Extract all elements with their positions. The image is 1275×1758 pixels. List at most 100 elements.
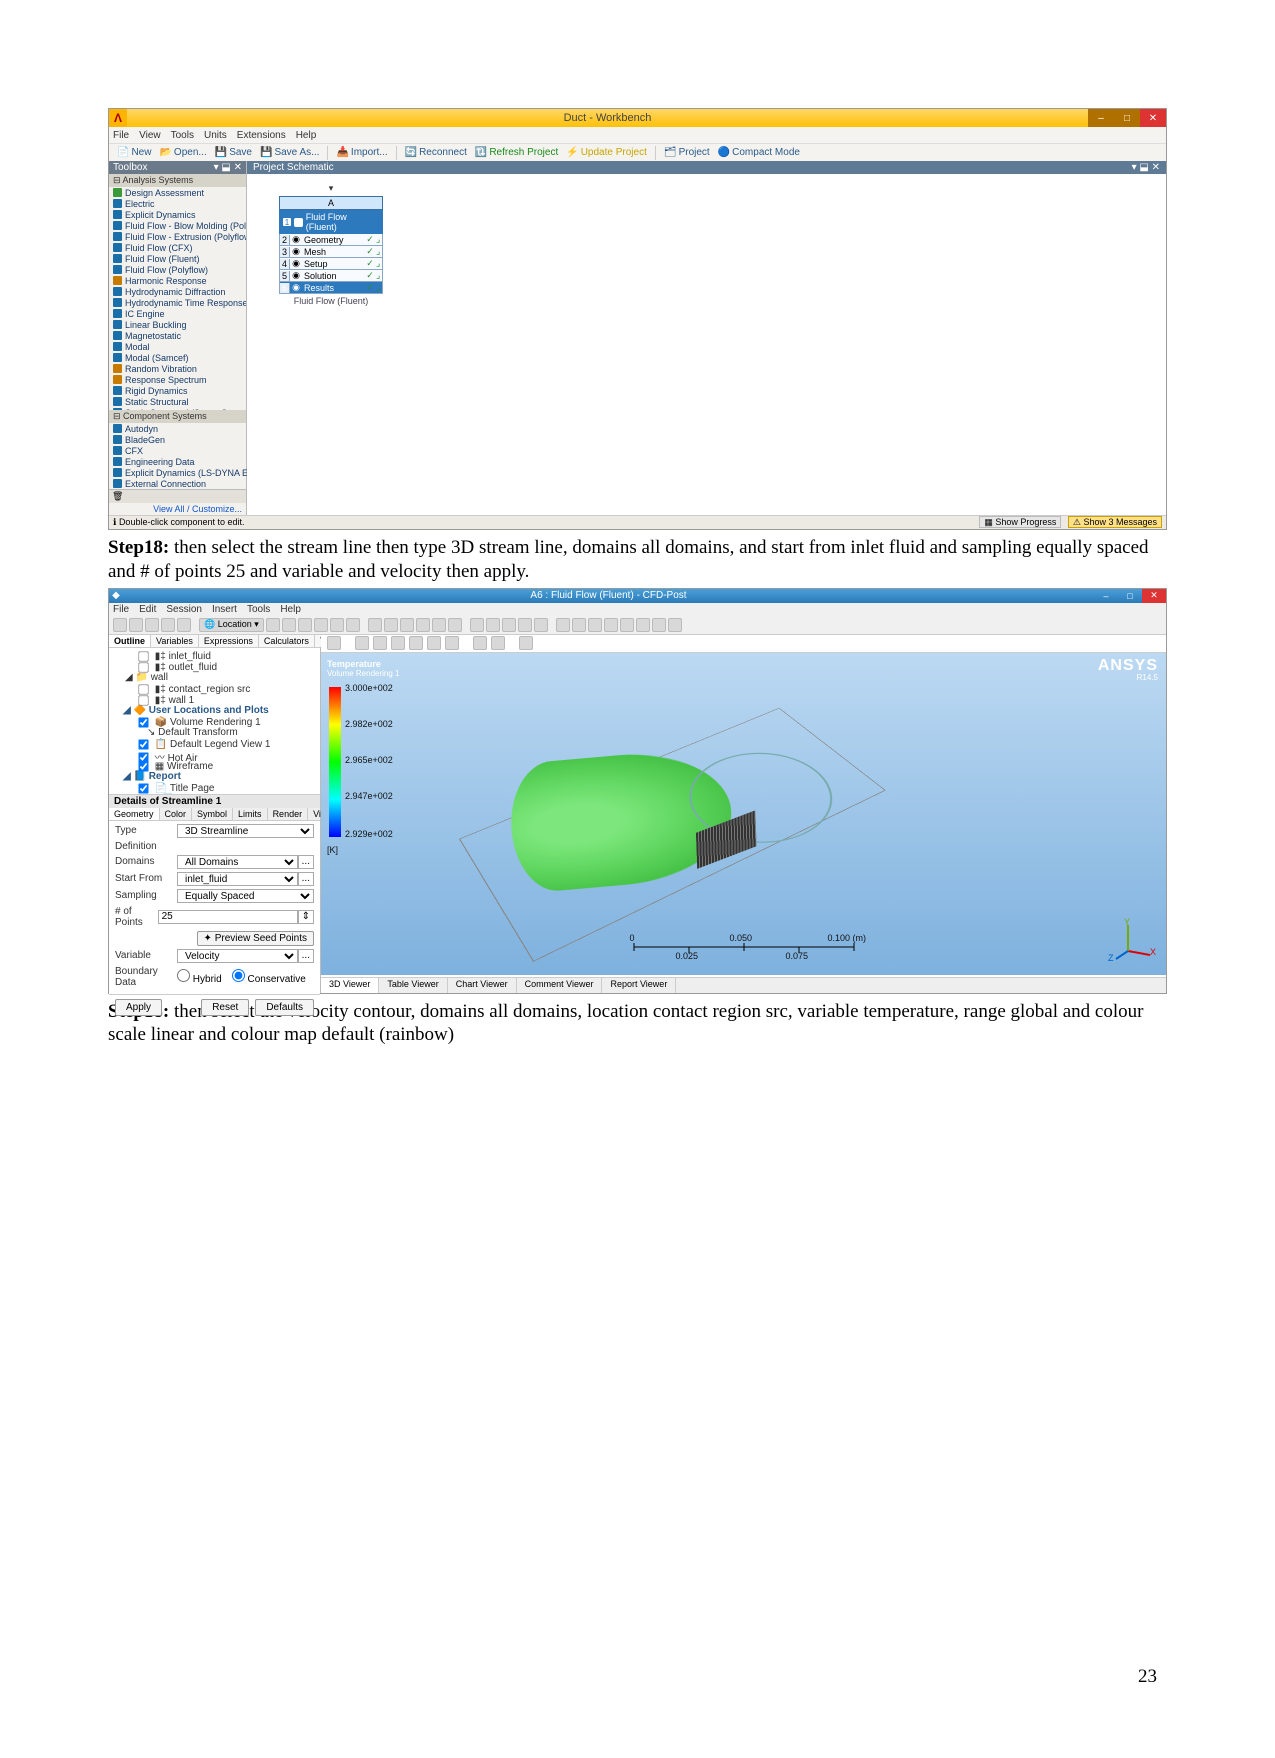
- menu-extensions[interactable]: Extensions: [237, 130, 286, 141]
- toolbar-button[interactable]: [373, 636, 387, 650]
- toolbar-button[interactable]: [519, 636, 533, 650]
- reconnect-button[interactable]: 🔄 Reconnect: [403, 147, 469, 158]
- npoints-input[interactable]: [158, 910, 298, 924]
- new-button[interactable]: 📄 New: [115, 147, 153, 158]
- toolbar-button[interactable]: [486, 618, 500, 632]
- toolbar-button[interactable]: [330, 618, 344, 632]
- toolbar-button[interactable]: [445, 636, 459, 650]
- toolbox-item[interactable]: Response Spectrum: [109, 374, 246, 385]
- toolbox-item[interactable]: BladeGen: [109, 434, 246, 445]
- toolbar-button[interactable]: [266, 618, 280, 632]
- tab-variables[interactable]: Variables: [151, 635, 199, 647]
- toolbar-button[interactable]: [298, 618, 312, 632]
- tab-report-viewer[interactable]: Report Viewer: [602, 978, 676, 993]
- menu-edit[interactable]: Edit: [139, 604, 156, 615]
- schematic-pin-icon[interactable]: ▾ ⬓ ✕: [1132, 162, 1160, 173]
- toolbox-item[interactable]: CFX: [109, 445, 246, 456]
- npoints-spinner[interactable]: ⇕: [298, 910, 314, 924]
- menu-help[interactable]: Help: [296, 130, 317, 141]
- toolbar-button[interactable]: [355, 636, 369, 650]
- toolbar-button[interactable]: [427, 636, 441, 650]
- toolbar-button[interactable]: [161, 618, 175, 632]
- toolbox-item[interactable]: Hydrodynamic Time Response: [109, 297, 246, 308]
- toolbox-item[interactable]: Fluid Flow - Extrusion (Polyflow): [109, 231, 246, 242]
- toolbar-button[interactable]: [391, 636, 405, 650]
- show-messages-button[interactable]: ⚠ Show 3 Messages: [1068, 516, 1162, 528]
- open-button[interactable]: 📂 Open...: [157, 147, 208, 158]
- toolbox-filter[interactable]: 🗑: [109, 489, 246, 503]
- toolbar-button[interactable]: [572, 618, 586, 632]
- system-cell-a[interactable]: ▾ A 1 Fluid Flow (Fluent) 2◉Geometry✓⌟3◉…: [279, 183, 383, 308]
- startfrom-select[interactable]: inlet_fluid: [177, 872, 298, 886]
- toolbox-item[interactable]: Modal: [109, 341, 246, 352]
- variable-select[interactable]: Velocity: [177, 949, 298, 963]
- sampling-select[interactable]: Equally Spaced: [177, 889, 314, 903]
- toolbar-button[interactable]: [668, 618, 682, 632]
- import-button[interactable]: 📥 Import...: [334, 147, 389, 158]
- toolbox-item[interactable]: Random Vibration: [109, 363, 246, 374]
- toolbar-button[interactable]: [384, 618, 398, 632]
- tab-symbol[interactable]: Symbol: [192, 808, 233, 820]
- group-analysis-systems[interactable]: ⊟ Analysis Systems: [109, 174, 246, 187]
- location-button[interactable]: 🌐 Location ▾: [199, 618, 264, 632]
- tab-calculators[interactable]: Calculators: [259, 635, 315, 647]
- toolbox-item[interactable]: Modal (Samcef): [109, 352, 246, 363]
- toolbar-button[interactable]: [177, 618, 191, 632]
- domains-picker-button[interactable]: ...: [298, 855, 314, 869]
- toolbar-button[interactable]: [409, 636, 423, 650]
- tab-color[interactable]: Color: [160, 808, 193, 820]
- menu-units[interactable]: Units: [204, 130, 227, 141]
- toolbox-item[interactable]: Static Structural: [109, 396, 246, 407]
- preview-seed-points-button[interactable]: ✦ Preview Seed Points: [197, 931, 314, 946]
- toolbox-item[interactable]: Fluid Flow - Blow Molding (Polyflow): [109, 220, 246, 231]
- show-progress-button[interactable]: ▦ Show Progress: [979, 516, 1061, 528]
- close-icon[interactable]: ✕: [1140, 109, 1166, 127]
- reset-button[interactable]: Reset: [201, 999, 249, 1016]
- tab-comment-viewer[interactable]: Comment Viewer: [517, 978, 603, 993]
- toolbar-button[interactable]: [470, 618, 484, 632]
- system-cell-row[interactable]: 2◉Geometry✓⌟: [279, 234, 383, 246]
- toolbar-button[interactable]: [346, 618, 360, 632]
- toolbar-button[interactable]: [534, 618, 548, 632]
- tab-limits[interactable]: Limits: [233, 808, 268, 820]
- apply-button[interactable]: Apply: [115, 999, 162, 1016]
- tab-render[interactable]: Render: [268, 808, 309, 820]
- tab-geometry[interactable]: Geometry: [109, 808, 160, 820]
- toolbox-item[interactable]: Linear Buckling: [109, 319, 246, 330]
- update-button[interactable]: ⚡ Update Project: [564, 147, 649, 158]
- toolbar-button[interactable]: [473, 636, 487, 650]
- toolbar-button[interactable]: [282, 618, 296, 632]
- minimize-icon[interactable]: –: [1094, 589, 1118, 603]
- toolbar-button[interactable]: [113, 618, 127, 632]
- toolbox-item[interactable]: Autodyn: [109, 423, 246, 434]
- toolbox-item[interactable]: Engineering Data: [109, 456, 246, 467]
- toolbox-item[interactable]: External Connection: [109, 478, 246, 489]
- view-canvas[interactable]: ANSYS R14.5 Temperature Volume Rendering…: [321, 653, 1166, 975]
- toolbox-item[interactable]: Explicit Dynamics: [109, 209, 246, 220]
- toolbox-item[interactable]: Hydrodynamic Diffraction: [109, 286, 246, 297]
- menu-tools[interactable]: Tools: [247, 604, 270, 615]
- toolbar-button[interactable]: [652, 618, 666, 632]
- project-button[interactable]: 🗂 Project: [662, 147, 712, 158]
- toolbar-button[interactable]: [145, 618, 159, 632]
- startfrom-picker-button[interactable]: ...: [298, 872, 314, 886]
- toolbar-button[interactable]: [636, 618, 650, 632]
- defaults-button[interactable]: Defaults: [255, 999, 314, 1016]
- conservative-radio[interactable]: Conservative: [232, 969, 306, 985]
- menu-file[interactable]: File: [113, 130, 129, 141]
- toolbox-item[interactable]: Magnetostatic: [109, 330, 246, 341]
- toolbox-item[interactable]: Design Assessment: [109, 187, 246, 198]
- toolbar-button[interactable]: [588, 618, 602, 632]
- group-component-systems[interactable]: ⊟ Component Systems: [109, 410, 246, 423]
- close-icon[interactable]: ✕: [1142, 589, 1166, 603]
- toolbar-button[interactable]: [432, 618, 446, 632]
- toolbox-pin-icon[interactable]: ▾ ⬓ ✕: [214, 162, 242, 173]
- refresh-button[interactable]: 🔃 Refresh Project: [473, 147, 560, 158]
- type-select[interactable]: 3D Streamline: [177, 824, 314, 838]
- toolbox-item[interactable]: Fluid Flow (Fluent): [109, 253, 246, 264]
- system-cell-row[interactable]: 6◉Results✓⌟: [279, 282, 383, 294]
- toolbox-item[interactable]: Fluid Flow (Polyflow): [109, 264, 246, 275]
- toolbox-item[interactable]: Rigid Dynamics: [109, 385, 246, 396]
- system-cell-row[interactable]: 3◉Mesh✓⌟: [279, 246, 383, 258]
- system-cell-row[interactable]: 5◉Solution✓⌟: [279, 270, 383, 282]
